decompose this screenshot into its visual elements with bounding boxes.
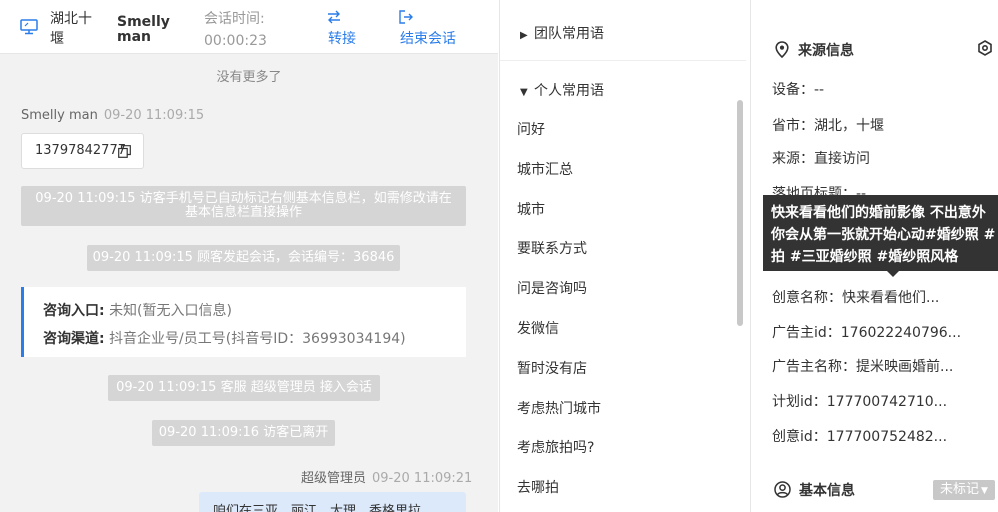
agent-msg-meta: 超级管理员 09-20 11:09:21 (301, 467, 472, 486)
phrase-item[interactable]: 发微信 (517, 318, 559, 338)
visitor-msg-meta: Smelly man 09-20 11:09:15 (21, 108, 204, 123)
info-field: 省市：湖北，十堰 (772, 118, 884, 134)
system-message: 09-20 11:09:16 访客已离开 (152, 420, 335, 446)
phrase-item[interactable]: 考虑旅拍吗? (517, 437, 594, 457)
info-field: 设备：-- (772, 82, 825, 98)
no-more-text[interactable]: 没有更多了 (0, 66, 498, 85)
msg-sender: Smelly man (21, 108, 98, 123)
caret-down-icon: ▼ (981, 486, 988, 496)
logout-icon (399, 10, 413, 24)
info-field: 来源：直接访问 (772, 151, 870, 167)
consult-channel-label: 咨询渠道: (43, 331, 105, 347)
monitor-icon (20, 19, 38, 35)
visitor-name: Smelly man (117, 14, 170, 45)
info-field: 广告主id：176022240796... (772, 325, 962, 341)
transfer-label: 转接 (328, 31, 356, 47)
system-message-line: 09-20 11:09:15 访客手机号已自动标记右侧基本信息栏，如需修改请在 (35, 191, 452, 206)
caret-down-icon: ▼ (520, 87, 528, 98)
consult-channel: 咨询渠道: 抖音企业号/员工号(抖音号ID：36993034194) (43, 328, 406, 348)
phrase-item[interactable]: 城市 (517, 199, 545, 219)
system-message: 09-20 11:09:15 客服 超级管理员 接入会话 (108, 375, 380, 401)
team-phrases-group[interactable]: ▶ 团队常用语 (520, 23, 604, 43)
user-circle-icon (774, 481, 791, 498)
agent-message-bubble: 咱们在三亚，丽江，大理，香格里拉 (199, 492, 466, 512)
consult-info-card: 咨询入口: 未知(暂无入口信息) 咨询渠道: 抖音企业号/员工号(抖音号ID：3… (21, 287, 466, 357)
divider (500, 60, 746, 61)
phrase-item[interactable]: 考虑热门城市 (517, 398, 601, 418)
settings-icon[interactable] (977, 40, 993, 56)
personal-phrases-label: 个人常用语 (534, 83, 604, 99)
info-field: 计划id：177700742710... (772, 394, 948, 410)
quick-phrases-panel: ▶ 团队常用语 ▼ 个人常用语 问好 城市汇总 城市 要联系方式 问是咨询吗 发微信… (499, 0, 751, 512)
phrase-item[interactable]: 问好 (517, 119, 545, 139)
end-session-label: 结束会话 (400, 31, 456, 47)
transfer-button[interactable]: 转接 (326, 6, 366, 50)
chat-panel: 湖北十堰 Smelly man 会话时间: 00:00:23 转接 结束会话 没… (0, 0, 498, 512)
consult-entry-value: 未知(暂无入口信息) (109, 303, 232, 319)
end-session-button[interactable]: 结束会话 (398, 6, 468, 50)
chat-header: 湖北十堰 Smelly man 会话时间: 00:00:23 转接 结束会话 (0, 0, 498, 54)
system-message: 09-20 11:09:15 访客手机号已自动标记右侧基本信息栏，如需修改请在 … (21, 186, 466, 226)
info-field: 创意id：177700752482... (772, 429, 948, 445)
personal-phrases-group[interactable]: ▼ 个人常用语 (520, 80, 604, 100)
session-time-value: 00:00:23 (204, 33, 267, 49)
source-info-title: 来源信息 (774, 40, 854, 60)
basic-info-label: 基本信息 (799, 483, 855, 499)
info-field: 创意名称：快来看看他们... (772, 290, 940, 306)
consult-channel-value: 抖音企业号/员工号(抖音号ID：36993034194) (109, 331, 406, 347)
team-phrases-label: 团队常用语 (534, 26, 604, 42)
copy-icon[interactable] (118, 145, 131, 158)
consult-entry: 咨询入口: 未知(暂无入口信息) (43, 300, 232, 320)
visitor-message-bubble: 13797842777 (21, 133, 144, 169)
phrase-item[interactable]: 暂时没有店 (517, 358, 587, 378)
caret-right-icon: ▶ (520, 30, 528, 41)
source-info-label: 来源信息 (798, 43, 854, 59)
location-pin-icon (775, 41, 789, 59)
phrase-item[interactable]: 去哪拍 (517, 477, 559, 497)
tooltip: 快来看看他们的婚前影像 不出意外 你会从第一张就开始心动#婚纱照 # 拍 #三亚… (763, 195, 998, 271)
phrase-item[interactable]: 问是咨询吗 (517, 278, 587, 298)
basic-info-title: 基本信息 (774, 480, 855, 500)
phrase-item[interactable]: 要联系方式 (517, 238, 587, 258)
consult-entry-label: 咨询入口: (43, 303, 105, 319)
tooltip-arrow (887, 271, 899, 277)
system-message: 09-20 11:09:15 顾客发起会话，会话编号：36846 (87, 245, 400, 271)
transfer-icon (328, 10, 340, 24)
phrase-item[interactable]: 城市汇总 (517, 159, 573, 179)
info-field: 广告主名称：提米映画婚前... (772, 359, 954, 375)
msg-sender: 超级管理员 (301, 471, 367, 486)
phone-number: 13797842777 (35, 143, 126, 158)
tooltip-line: 快来看看他们的婚前影像 不出意外 (771, 205, 986, 221)
system-message-line: 基本信息栏直接操作 (184, 205, 302, 220)
visitor-info-panel: 来源信息 设备：-- 省市：湖北，十堰 来源：直接访问 落地页标题：-- 创意名… (752, 0, 998, 512)
tag-dropdown-button[interactable]: 未标记 ▼ (933, 480, 995, 500)
visitor-location: 湖北十堰 (50, 11, 92, 47)
tooltip-line: 拍 #三亚婚纱照 #婚纱照风格 (771, 249, 959, 265)
tooltip-line: 你会从第一张就开始心动#婚纱照 # (771, 227, 996, 243)
msg-time: 09-20 11:09:15 (103, 108, 205, 123)
tag-label: 未标记 (940, 482, 980, 497)
phrases-scrollbar[interactable] (737, 100, 743, 326)
session-time-label: 会话时间: (204, 11, 265, 27)
msg-time: 09-20 11:09:21 (372, 471, 473, 486)
